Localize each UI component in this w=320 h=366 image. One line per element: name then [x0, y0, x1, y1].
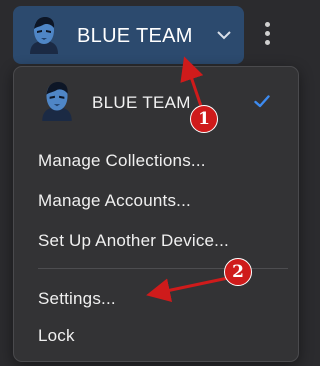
menu-item-lock[interactable]: Lock — [38, 326, 75, 346]
team-dropdown-menu: BLUE TEAM Manage Collections... Manage A… — [13, 66, 299, 362]
team-avatar-icon — [30, 17, 58, 54]
chevron-down-icon — [217, 31, 231, 40]
menu-item-selected-team[interactable]: BLUE TEAM — [92, 93, 191, 113]
top-bar: BLUE TEAM — [0, 0, 309, 70]
checkmark-icon — [254, 95, 270, 108]
menu-item-set-up-device[interactable]: Set Up Another Device... — [38, 231, 229, 251]
menu-item-settings[interactable]: Settings... — [38, 289, 116, 309]
annotation-marker-1: 1 — [190, 105, 218, 133]
annotation-marker-2: 2 — [224, 258, 252, 286]
menu-item-manage-accounts[interactable]: Manage Accounts... — [38, 191, 191, 211]
menu-item-manage-collections[interactable]: Manage Collections... — [38, 151, 206, 171]
team-name: BLUE TEAM — [77, 25, 193, 47]
team-switcher-button[interactable]: BLUE TEAM — [13, 6, 244, 64]
kebab-menu-icon[interactable] — [256, 20, 278, 50]
team-avatar-icon — [42, 82, 72, 121]
